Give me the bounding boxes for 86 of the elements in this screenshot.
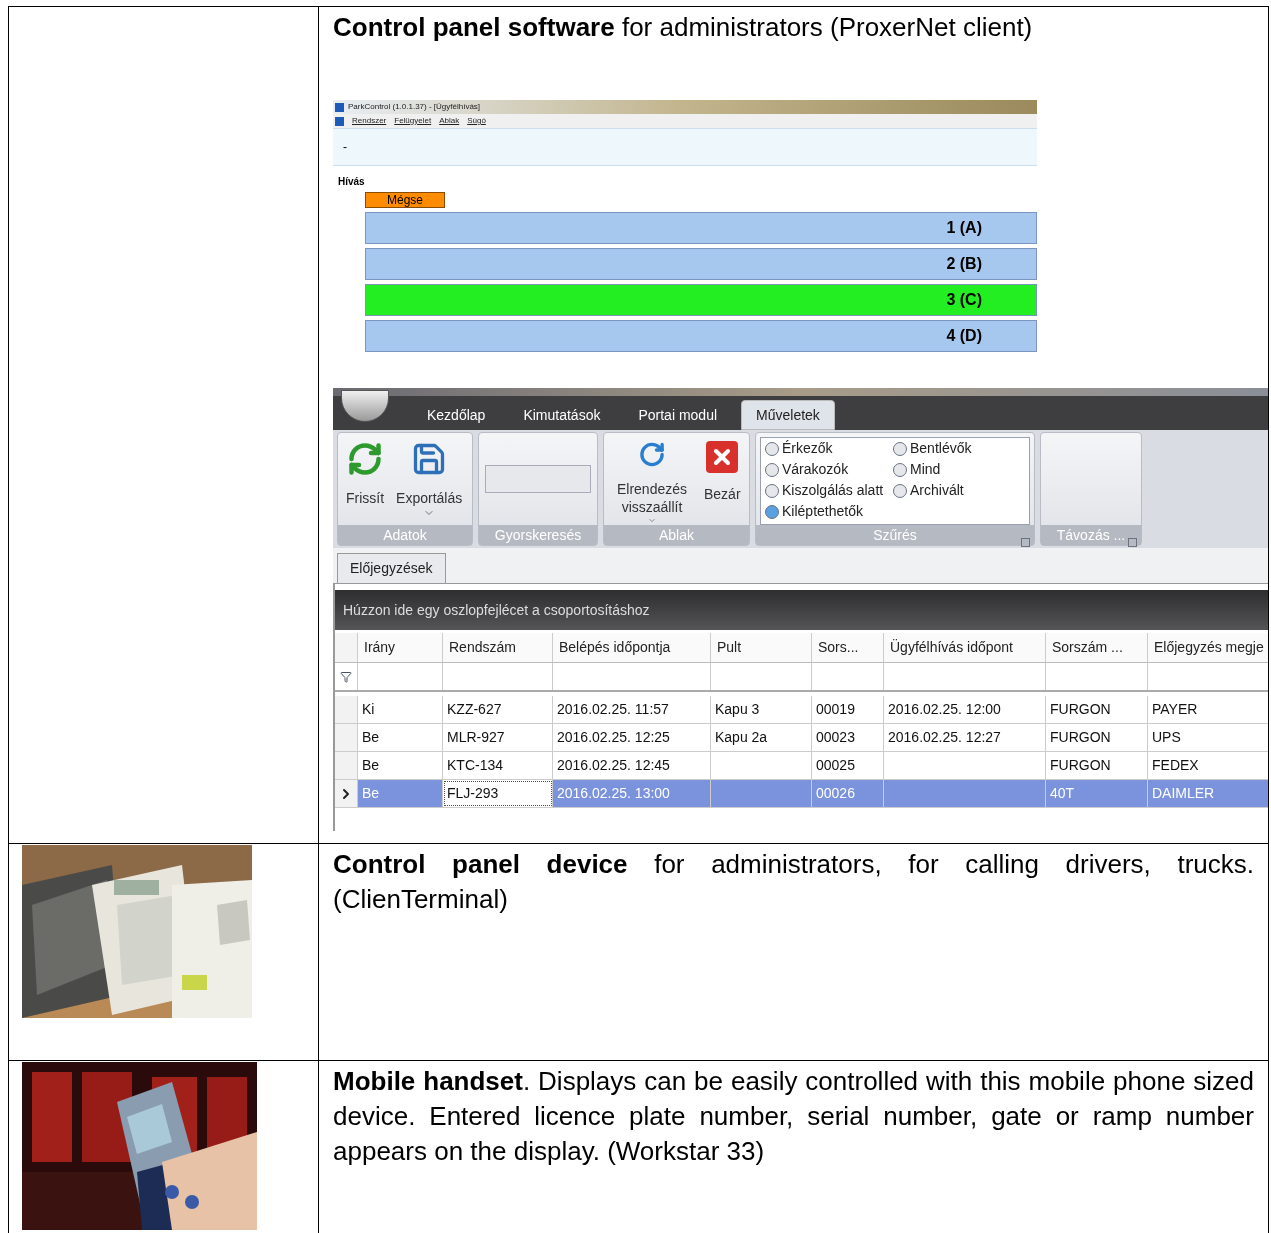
- call-button[interactable]: 1 (A): [365, 212, 1037, 244]
- caret-icon: [646, 516, 658, 525]
- filter-radio[interactable]: Kiléptethetők: [765, 501, 893, 522]
- table-cell-text: 40T: [1050, 784, 1075, 803]
- call-button[interactable]: 2 (B): [365, 248, 1037, 280]
- ribbon-button[interactable]: Elrendezés visszaállít: [608, 441, 696, 525]
- group-label: Gyorskeresés: [494, 525, 582, 545]
- description: Control panel device for administrators, for calling drivers, trucks. (ClienTerminal): [333, 848, 1255, 916]
- table-cell-text: Kapu 3: [715, 700, 760, 719]
- search-field[interactable]: [485, 465, 591, 493]
- column-header[interactable]: Pult: [711, 633, 812, 662]
- table-cell-text: 00025: [816, 756, 855, 775]
- table-cell-text: 00023: [816, 728, 855, 747]
- table-cell-text: 2016.02.25. 11:57: [557, 700, 669, 719]
- table-cell-text: Be: [362, 756, 380, 775]
- table-cell-text: Ki: [362, 700, 375, 719]
- filter-radio[interactable]: Várakozók: [765, 459, 893, 480]
- ribbon-tab[interactable]: Kimutatások: [509, 400, 615, 430]
- column-header[interactable]: Sors...: [812, 633, 884, 662]
- table-cell-text: 2016.02.25. 12:00: [888, 700, 1001, 719]
- column-header[interactable]: Előjegyzés megje: [1148, 633, 1268, 662]
- table-cell-text: DAIMLER: [1152, 784, 1215, 803]
- call-button[interactable]: 4 (D): [365, 320, 1037, 352]
- table-cell-text: FURGON: [1050, 756, 1111, 775]
- table-row[interactable]: Ki KZZ-627 2016.02.25. 11:57 Kapu 3 00019 2016.02.25. 12:00 FURGON PAYER: [335, 696, 1268, 724]
- filter-radio[interactable]: Érkezők: [765, 438, 893, 459]
- ribbon-tab[interactable]: Kezdőlap: [413, 400, 500, 430]
- refresh-icon: [347, 441, 384, 477]
- table-cell-text: UPS: [1152, 728, 1181, 747]
- filter-radio[interactable]: Kiszolgálás alatt: [765, 480, 893, 501]
- ribbon-tab[interactable]: Műveletek: [741, 400, 835, 430]
- description: Control panel software for administrators (ProxerNet client): [333, 11, 1034, 44]
- filter-radio[interactable]: Archivált: [893, 480, 1023, 501]
- table-cell-text: Be: [362, 784, 380, 803]
- table-row[interactable]: Be FLJ-293 2016.02.25. 13:00 00026 40T DAIMLER: [335, 780, 1268, 808]
- table-cell-text: 2016.02.25. 12:45: [557, 756, 670, 775]
- column-header[interactable]: Sorszám ...: [1046, 633, 1148, 662]
- group-label: Távozás ...: [1056, 525, 1126, 545]
- filter-radio[interactable]: Mind: [893, 459, 1023, 480]
- document-tab[interactable]: Előjegyzések: [337, 553, 446, 583]
- group-label: Ablak: [659, 525, 694, 545]
- group-label: Hívás: [338, 176, 365, 187]
- ribbon-button[interactable]: Frissít: [342, 441, 389, 525]
- table-row[interactable]: Be KTC-134 2016.02.25. 12:45 00025 FURGON FEDEX: [335, 752, 1268, 780]
- table-cell-text: 2016.02.25. 12:27: [888, 728, 1001, 747]
- row-indicator[interactable]: [335, 780, 358, 807]
- table-cell-text: MLR-927: [447, 728, 505, 747]
- table-cell-text: FURGON: [1050, 700, 1111, 719]
- table-cell-text: PAYER: [1152, 700, 1198, 719]
- menu-item[interactable]: Felügyelet: [394, 117, 432, 125]
- column-header[interactable]: Ügyfélhívás időpont: [884, 633, 1046, 662]
- menu-item[interactable]: Súgó: [467, 117, 486, 125]
- cancel-button[interactable]: Mégse: [365, 192, 445, 208]
- table-cell-text: 2016.02.25. 13:00: [557, 784, 670, 803]
- group-label: Szűrés: [873, 525, 917, 545]
- table-cell-text: KTC-134: [447, 756, 504, 775]
- description: Mobile handset. Displays can be easily controlled with this mobile phone sized device. Entered licence plate number, serial number, gate or ramp number appears on the display. (Workstar 33): [333, 1065, 1255, 1168]
- filter-icon[interactable]: [340, 670, 352, 683]
- table-cell-text: 00026: [816, 784, 855, 803]
- ribbon-button[interactable]: Bezár: [700, 441, 745, 525]
- filter-radio[interactable]: Bentlévők: [893, 438, 1023, 459]
- column-header[interactable]: Belépés időpontja: [553, 633, 711, 662]
- close-icon: [706, 441, 739, 473]
- menu-item[interactable]: Rendszer: [352, 117, 387, 125]
- table-cell-text: 00019: [816, 700, 855, 719]
- app-menu-orb-icon[interactable]: [341, 390, 389, 422]
- group-by-panel: Húzzon ide egy oszlopfejlécet a csoportosításhoz: [335, 590, 1268, 630]
- ribbon-tab[interactable]: Portai modul: [624, 400, 732, 430]
- table-cell-text: FLJ-293: [447, 784, 499, 803]
- dialog-launcher-icon[interactable]: [1128, 538, 1137, 547]
- table-cell-text: FEDEX: [1152, 756, 1199, 775]
- dialog-launcher-icon[interactable]: [1021, 538, 1030, 547]
- table-cell-text: FURGON: [1050, 728, 1111, 747]
- column-header[interactable]: Irány: [358, 633, 443, 662]
- window-title: ParkControl (1.0.1.37) - [Ügyfélhívás]: [348, 103, 481, 111]
- table-cell-text: KZZ-627: [447, 700, 502, 719]
- table-cell-text: Be: [362, 728, 380, 747]
- status-panel: -: [333, 128, 1037, 166]
- table-cell-text: 2016.02.25. 12:25: [557, 728, 670, 747]
- menu-item[interactable]: Ablak: [439, 117, 460, 125]
- table-row[interactable]: Be MLR-927 2016.02.25. 12:25 Kapu 2a 00023 2016.02.25. 12:27 FURGON UPS: [335, 724, 1268, 752]
- table-cell-text: Kapu 2a: [715, 728, 768, 747]
- call-button[interactable]: 3 (C): [365, 284, 1037, 316]
- group-label: Adatok: [383, 525, 427, 545]
- ribbon-button[interactable]: Exportálás: [392, 441, 467, 525]
- column-header[interactable]: Rendszám: [443, 633, 553, 662]
